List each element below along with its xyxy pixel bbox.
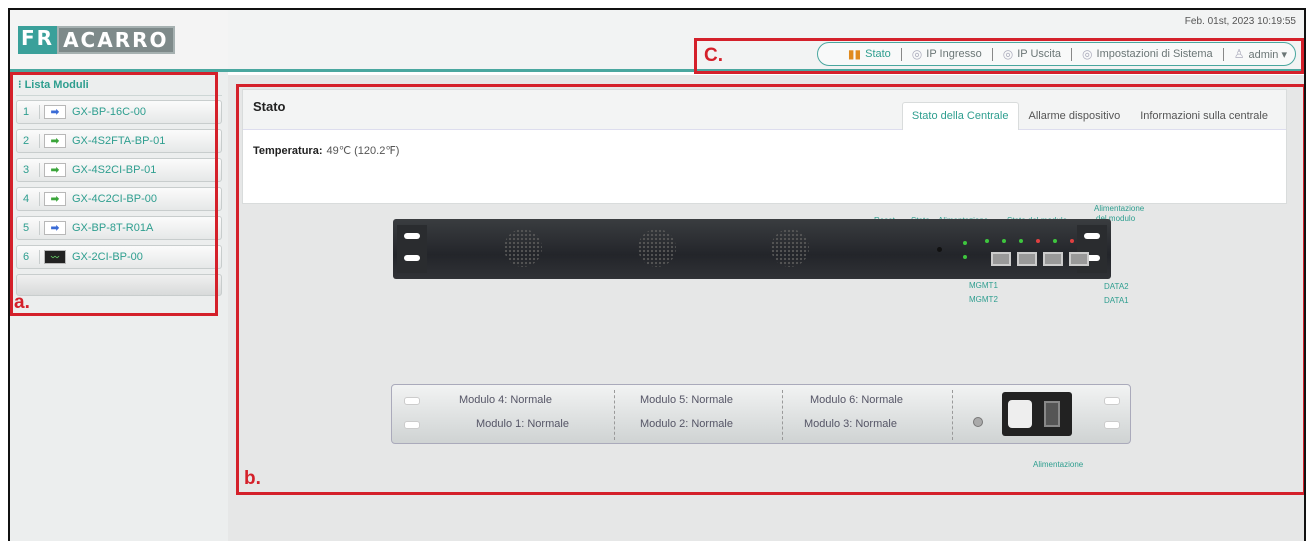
label-mgmt2: MGMT2 <box>969 295 998 304</box>
annotation-label-a: a. <box>14 292 30 313</box>
module-item-5[interactable]: 5 ➡ GX-BP-8T-R01A <box>16 216 222 240</box>
label-data1: DATA1 <box>1104 296 1129 305</box>
module-1-status: Modulo 1: Normale <box>476 418 569 430</box>
fracarro-logo: FR ACARRO <box>18 25 175 54</box>
nav-admin[interactable]: ♙ admin ▾ <box>1234 47 1287 61</box>
device-front-panel <box>393 219 1111 279</box>
logo-area: FR ACARRO <box>10 10 228 72</box>
page-title: Stato <box>253 99 286 114</box>
label-mgmt1: MGMT1 <box>969 281 998 290</box>
app-window: FR ACARRO ⁝ Lista Moduli 1 ➡ GX-BP-16C-00… <box>8 8 1306 541</box>
nav-stato[interactable]: ▮▮ Stato <box>848 47 891 61</box>
nav-ip-ingresso[interactable]: ◎ IP Ingresso <box>912 47 982 61</box>
annotation-label-b: b. <box>244 468 261 489</box>
arrow-right-green-icon: ➡ <box>44 163 66 177</box>
device-back-panel: Modulo 4: Normale Modulo 5: Normale Modu… <box>391 384 1131 444</box>
module-item-2[interactable]: 2 ➡ GX-4S2FTA-BP-01 <box>16 129 222 153</box>
label-power: Alimentazione <box>1033 460 1084 469</box>
arrow-right-green-icon: ➡ <box>44 134 66 148</box>
sidebar: FR ACARRO ⁝ Lista Moduli 1 ➡ GX-BP-16C-00… <box>10 10 228 541</box>
temperature-value: 49℃ (120.2℉) <box>326 145 400 157</box>
arrow-right-green-icon: ➡ <box>44 192 66 206</box>
annotation-label-c: C. <box>704 45 723 66</box>
module-4-status: Modulo 4: Normale <box>459 394 552 406</box>
power-socket <box>1002 392 1072 436</box>
ci-module-icon: 〰 <box>44 250 66 264</box>
main-content: Stato Stato della Centrale Allarme dispo… <box>228 75 1304 541</box>
status-panel: Stato Stato della Centrale Allarme dispo… <box>242 89 1287 204</box>
tab-allarme[interactable]: Allarme dispositivo <box>1019 102 1131 130</box>
datetime: Feb. 01st, 2023 10:19:55 <box>1184 16 1296 27</box>
module-item-3[interactable]: 3 ➡ GX-4S2CI-BP-01 <box>16 158 222 182</box>
circle-icon: ◎ <box>911 47 923 61</box>
module-5-status: Modulo 5: Normale <box>640 394 733 406</box>
label-data2: DATA2 <box>1104 282 1129 291</box>
top-bar: Feb. 01st, 2023 10:19:55 ▮▮ Stato ◎ IP Ing… <box>228 10 1304 72</box>
module-item-1[interactable]: 1 ➡ GX-BP-16C-00 <box>16 100 222 124</box>
temperature-label: Temperatura: <box>253 145 323 157</box>
user-icon: ♙ <box>1233 47 1245 61</box>
module-3-status: Modulo 3: Normale <box>804 418 897 430</box>
nav-impostazioni[interactable]: ◎ Impostazioni di Sistema <box>1082 47 1213 61</box>
tab-informazioni[interactable]: Informazioni sulla centrale <box>1130 102 1278 130</box>
module-list: ⁝ Lista Moduli 1 ➡ GX-BP-16C-00 2 ➡ GX-4… <box>10 72 228 296</box>
module-list-title: ⁝ Lista Moduli <box>16 76 222 96</box>
temperature-row: Temperatura: 49℃ (120.2℉) <box>243 130 1286 171</box>
module-item-6[interactable]: 6 〰 GX-2CI-BP-00 <box>16 245 222 269</box>
bar-chart-icon: ▮▮ <box>847 47 862 61</box>
tab-stato-centrale[interactable]: Stato della Centrale <box>901 102 1019 130</box>
nav-ip-uscita[interactable]: ◎ IP Uscita <box>1003 47 1061 61</box>
tab-bar: Stato della Centrale Allarme dispositivo… <box>901 102 1278 130</box>
arrow-right-blue-icon: ➡ <box>44 105 66 119</box>
label-alim-modulo-1: Alimentazione <box>1094 204 1145 213</box>
main-nav: ▮▮ Stato ◎ IP Ingresso ◎ IP Uscita ◎ Imposta… <box>816 42 1296 66</box>
module-item-4[interactable]: 4 ➡ GX-4C2CI-BP-00 <box>16 187 222 211</box>
module-6-status: Modulo 6: Normale <box>810 394 903 406</box>
arrow-right-blue-icon: ➡ <box>44 221 66 235</box>
module-2-status: Modulo 2: Normale <box>640 418 733 430</box>
circle-icon: ◎ <box>1082 47 1093 61</box>
module-item-empty <box>16 274 222 296</box>
circle-icon: ◎ <box>1002 47 1014 61</box>
panel-header: Stato Stato della Centrale Allarme dispo… <box>243 90 1286 130</box>
